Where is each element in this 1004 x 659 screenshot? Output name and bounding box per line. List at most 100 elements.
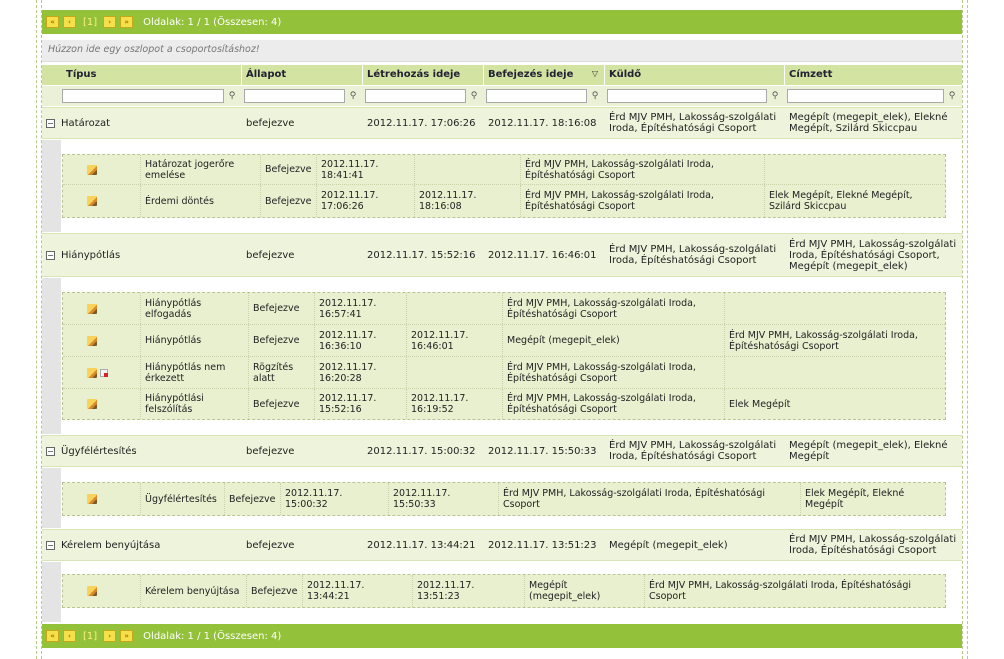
sub-recipient: Érd MJV PMH, Lakosság-szolgálati Iroda, … (649, 580, 911, 602)
sub-row[interactable]: Kérelem benyújtása Befejezve 2012.11.17.… (63, 575, 945, 607)
sub-sender: Érd MJV PMH, Lakosság-szolgálati Iroda, … (503, 357, 725, 388)
filter-cell-sender: ⚲ (605, 86, 785, 106)
sub-created: 2012.11.17. 15:52:16 (315, 389, 407, 419)
column-header-recipient[interactable]: Címzett (785, 65, 962, 85)
detail-panel: Kérelem benyújtása Befejezve 2012.11.17.… (42, 562, 962, 622)
pencil-icon[interactable] (87, 367, 97, 378)
sub-finished (407, 357, 503, 388)
filter-funnel-icon[interactable]: ⚲ (946, 90, 958, 102)
prev-page-button[interactable]: ‹ (63, 16, 76, 28)
sub-finished: 2012.11.17. 18:16:08 (415, 185, 521, 217)
column-header-type[interactable]: Típus (42, 65, 242, 85)
sub-finished: 2012.11.17. 16:46:01 (407, 325, 503, 356)
type-cell: − Kérelem benyújtása (42, 530, 242, 560)
pencil-icon[interactable] (87, 164, 97, 175)
filter-input-sender[interactable] (607, 89, 767, 103)
sub-type: Határozat jogerőre emelése (141, 155, 261, 184)
sub-recipient: Elek Megépít (729, 398, 791, 410)
group-by-drop-zone[interactable]: Húzzon ide egy oszlopot a csoportosításh… (42, 40, 962, 62)
next-page-button[interactable]: › (103, 630, 117, 642)
sub-status: Befejezve (247, 575, 303, 607)
finished-cell: 2012.11.17. 15:50:33 (488, 445, 597, 457)
sub-status: Befejezve (249, 325, 315, 356)
finished-cell: 2012.11.17. 13:51:23 (488, 539, 597, 551)
sub-created: 2012.11.17. 18:41:41 (317, 155, 415, 184)
first-page-button[interactable]: « (46, 630, 59, 642)
sub-sender: Érd MJV PMH, Lakosság-szolgálati Iroda, … (521, 185, 765, 217)
sub-row[interactable]: Ügyfélértesítés Befejezve 2012.11.17. 15… (63, 483, 945, 515)
sub-created: 2012.11.17. 15:00:32 (281, 483, 389, 515)
sub-created: 2012.11.17. 16:57:41 (315, 293, 407, 324)
sub-finished (415, 155, 521, 184)
sender-cell: Érd MJV PMH, Lakosság-szolgálati Iroda, … (609, 244, 777, 266)
detail-gutter (42, 562, 61, 622)
collapse-icon[interactable]: − (46, 540, 55, 550)
sub-type: Hiánypótlás (141, 325, 249, 356)
column-header-status[interactable]: Állapot (242, 65, 363, 85)
next-page-button[interactable]: › (103, 16, 117, 28)
filter-funnel-icon[interactable]: ⚲ (468, 90, 480, 102)
last-page-button[interactable]: » (120, 630, 134, 642)
sub-row[interactable]: Hiánypótlási felszólítás Befejezve 2012.… (63, 389, 945, 419)
column-header-created[interactable]: Létrehozás ideje (363, 65, 484, 85)
created-cell: 2012.11.17. 15:52:16 (367, 249, 476, 261)
sub-created: 2012.11.17. 13:44:21 (303, 575, 413, 607)
pencil-icon[interactable] (87, 303, 97, 314)
pencil-icon[interactable] (87, 494, 97, 504)
last-page-button[interactable]: » (120, 16, 134, 28)
sub-row[interactable]: Hiánypótlás Befejezve 2012.11.17. 16:36:… (63, 325, 945, 357)
sub-row[interactable]: Hiánypótlás elfogadás Befejezve 2012.11.… (63, 293, 945, 325)
filter-input-recipient[interactable] (787, 89, 944, 103)
sub-row[interactable]: Hiánypótlás nem érkezett Rögzítés alatt … (63, 357, 945, 389)
filter-funnel-icon[interactable]: ⚲ (347, 90, 359, 102)
sub-status: Rögzítés alatt (249, 357, 315, 388)
page-number-link[interactable]: [1] (83, 17, 97, 28)
pencil-icon[interactable] (87, 586, 97, 596)
collapse-icon[interactable]: − (46, 446, 55, 456)
filter-input-finished[interactable] (486, 89, 587, 103)
column-header-sender[interactable]: Küldő (605, 65, 785, 85)
recipient-cell: Megépít (megepit_elek), Elekné Megépít, … (789, 112, 948, 134)
sub-row[interactable]: Határozat jogerőre emelése Befejezve 201… (63, 155, 945, 185)
recipient-cell: Érd MJV PMH, Lakosság-szolgálati Iroda, … (789, 534, 957, 556)
filter-funnel-icon[interactable]: ⚲ (589, 90, 601, 102)
sub-sender: Megépít (megepit_elek) (525, 575, 645, 607)
sub-recipient (725, 357, 945, 388)
sub-status: Befejezve (249, 293, 315, 324)
sub-status: Befejezve (261, 155, 317, 184)
sub-sender: Érd MJV PMH, Lakosság-szolgálati Iroda, … (503, 389, 725, 419)
column-header-finished[interactable]: Befejezés ideje ▽ (484, 65, 605, 85)
table-row[interactable]: − Hiánypótlás befejezve 2012.11.17. 15:52… (42, 233, 962, 277)
pencil-icon[interactable] (87, 399, 97, 409)
filter-cell-status: ⚲ (242, 86, 363, 106)
edit-cell (63, 483, 141, 515)
sub-sender: Érd MJV PMH, Lakosság-szolgálati Iroda, … (521, 155, 765, 184)
table-row[interactable]: − Ügyfélértesítés befejezve 2012.11.17. 1… (42, 435, 962, 467)
filter-input-created[interactable] (365, 89, 466, 103)
collapse-icon[interactable]: − (46, 250, 55, 260)
filter-cell-type: ⚲ (42, 86, 242, 106)
created-cell: 2012.11.17. 17:06:26 (367, 117, 476, 129)
sender-cell: Érd MJV PMH, Lakosság-szolgálati Iroda, … (609, 440, 777, 462)
created-cell: 2012.11.17. 15:00:32 (367, 445, 476, 457)
filter-funnel-icon[interactable]: ⚲ (769, 90, 781, 102)
pencil-icon[interactable] (87, 335, 97, 346)
sub-created: 2012.11.17. 16:20:28 (315, 357, 407, 388)
page-number-link[interactable]: [1] (83, 631, 97, 642)
sub-type: Hiánypótlás nem érkezett (141, 357, 249, 388)
delete-icon[interactable] (100, 368, 108, 377)
finished-cell: 2012.11.17. 18:16:08 (488, 117, 597, 129)
edit-cell (63, 185, 141, 217)
table-row[interactable]: − Kérelem benyújtása befejezve 2012.11.17… (42, 529, 962, 561)
pencil-icon[interactable] (87, 196, 97, 206)
filter-funnel-icon[interactable]: ⚲ (226, 90, 238, 102)
filter-input-status[interactable] (244, 89, 345, 103)
detail-panel: Hiánypótlás elfogadás Befejezve 2012.11.… (42, 278, 962, 434)
prev-page-button[interactable]: ‹ (63, 630, 76, 642)
collapse-icon[interactable]: − (46, 118, 55, 128)
sub-row[interactable]: Érdemi döntés Befejezve 2012.11.17. 17:0… (63, 185, 945, 217)
filter-input-type[interactable] (62, 89, 224, 103)
table-row[interactable]: − Határozat befejezve 2012.11.17. 17:06:2… (42, 107, 962, 139)
first-page-button[interactable]: « (46, 16, 59, 28)
sub-type: Érdemi döntés (141, 185, 261, 217)
